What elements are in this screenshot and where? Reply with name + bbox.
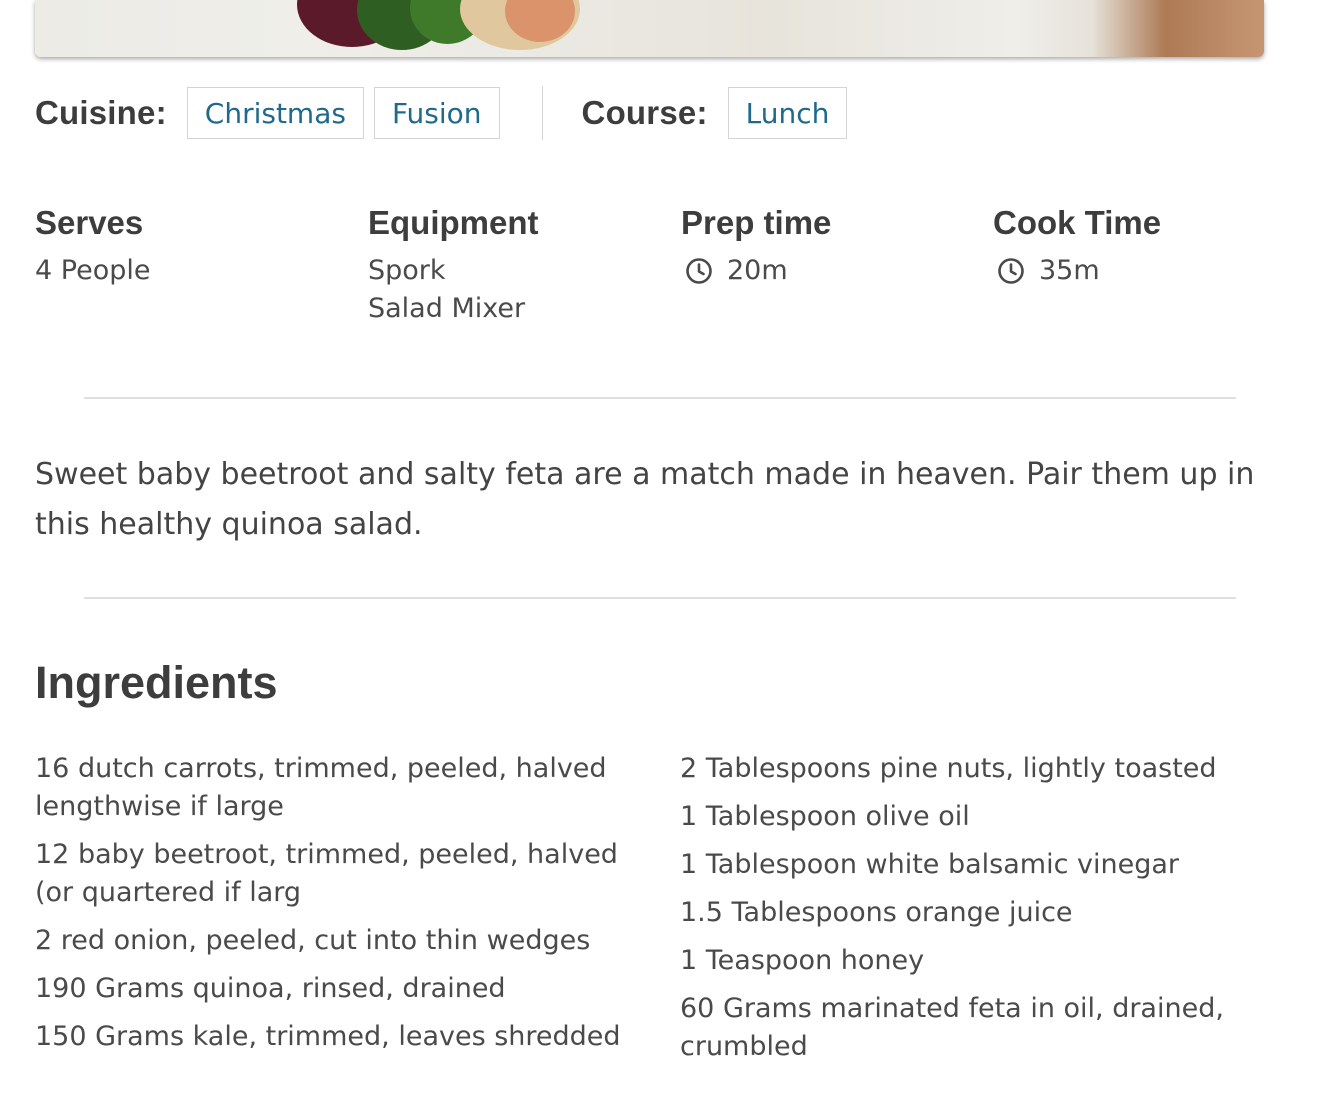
cook-time-title: Cook Time [993, 204, 1162, 241]
equipment-block: Equipment Spork Salad Mixer [368, 200, 539, 328]
prep-time-row: 20m [681, 252, 831, 290]
equipment-title: Equipment [368, 204, 539, 241]
tag-christmas[interactable]: Christmas [186, 87, 364, 139]
ingredient-item: 1.5 Tablespoons orange juice [680, 897, 1073, 928]
ingredients-list-right: 2 Tablespoons pine nuts, lightly toasted… [680, 750, 1265, 1076]
prep-time-block: Prep time 20m [681, 200, 831, 290]
section-divider [84, 397, 1236, 399]
serves-title: Serves [35, 204, 144, 241]
ingredient-item: 1 Tablespoon olive oil [680, 801, 970, 832]
tag-fusion[interactable]: Fusion [373, 87, 500, 139]
prep-time-title: Prep time [681, 204, 832, 241]
ingredient-item: 16 dutch carrots, trimmed, peeled, halve… [35, 753, 607, 822]
cook-time-value: 35m [1039, 255, 1100, 286]
course-label: Course: [581, 94, 708, 131]
ingredient-item: 1 Teaspoon honey [680, 945, 925, 976]
ingredient-item: 12 baby beetroot, trimmed, peeled, halve… [35, 839, 618, 908]
ingredient-item: 2 red onion, peeled, cut into thin wedge… [35, 925, 591, 956]
tag-separator [541, 86, 543, 140]
ingredients-heading: Ingredients [35, 657, 278, 708]
cook-time-block: Cook Time 35m [993, 200, 1161, 290]
recipe-hero-image [35, 0, 1264, 57]
recipe-description: Sweet baby beetroot and salty feta are a… [35, 457, 1255, 542]
section-divider [84, 597, 1236, 599]
ingredient-item: 2 Tablespoons pine nuts, lightly toasted [680, 753, 1217, 784]
ingredients-list-left: 16 dutch carrots, trimmed, peeled, halve… [35, 750, 650, 1066]
clock-icon [998, 258, 1024, 284]
ingredient-item: 60 Grams marinated feta in oil, drained,… [680, 993, 1224, 1062]
ingredient-item: 190 Grams quinoa, rinsed, drained [35, 973, 506, 1004]
equipment-item: Spork [368, 255, 446, 286]
recipe-tags: Cuisine: Christmas Fusion Course: Lunch [35, 86, 857, 140]
ingredient-item: 1 Tablespoon white balsamic vinegar [680, 849, 1180, 880]
prep-time-value: 20m [727, 255, 788, 286]
cuisine-label: Cuisine: [35, 94, 167, 131]
serves-value: 4 People [35, 255, 151, 286]
equipment-item: Salad Mixer [368, 293, 526, 324]
serves-block: Serves 4 People [35, 200, 150, 290]
clock-icon [686, 258, 712, 284]
cook-time-row: 35m [993, 252, 1161, 290]
ingredient-item: 150 Grams kale, trimmed, leaves shredded [35, 1021, 621, 1052]
tag-lunch[interactable]: Lunch [727, 87, 848, 139]
